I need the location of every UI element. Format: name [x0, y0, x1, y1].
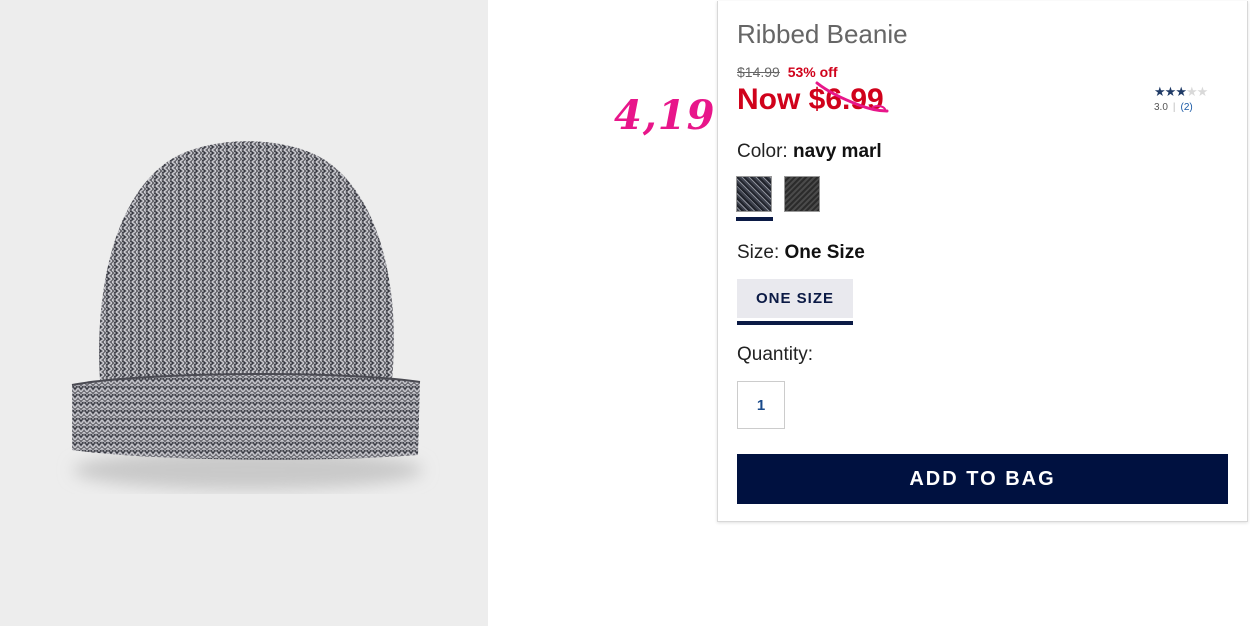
- star-rating: ★★★★★: [1154, 84, 1224, 100]
- rating-summary[interactable]: ★★★★★ 3.0 | (2): [1154, 84, 1224, 113]
- color-label-text: Color:: [737, 141, 788, 162]
- selected-color: navy marl: [792, 141, 882, 162]
- quantity-label: Quantity:: [737, 344, 814, 365]
- selected-size-indicator: [737, 321, 853, 325]
- swatch-navy-marl[interactable]: [736, 176, 772, 212]
- size-label: Size: One Size: [737, 242, 865, 264]
- size-option-one-size[interactable]: ONE SIZE: [737, 279, 853, 318]
- swatch-charcoal[interactable]: [784, 176, 820, 212]
- product-title: Ribbed Beanie: [737, 19, 908, 49]
- color-label: Color: navy marl: [737, 141, 882, 163]
- rating-divider: |: [1172, 102, 1176, 113]
- selected-swatch-indicator: [736, 217, 773, 221]
- knit-beanie-image: [71, 141, 423, 490]
- star-filled-icon: ★: [1175, 84, 1187, 99]
- star-empty-icon: ★: [1196, 84, 1209, 99]
- review-count-link[interactable]: (2): [1181, 102, 1193, 113]
- original-price: $14.99: [737, 64, 780, 80]
- product-details-panel: Ribbed Beanie $14.99 53% off Now $6.99 ★…: [717, 1, 1248, 522]
- rating-score: 3.0: [1154, 102, 1168, 113]
- handwritten-price-annotation: 4,19: [614, 92, 716, 139]
- product-image[interactable]: [0, 0, 488, 626]
- star-filled-icon: ★: [1154, 84, 1166, 99]
- star-empty-icon: ★: [1185, 84, 1198, 99]
- size-label-text: Size:: [737, 242, 780, 263]
- rating-meta: 3.0 | (2): [1154, 102, 1224, 113]
- add-to-bag-button[interactable]: ADD TO BAG: [737, 454, 1228, 504]
- selected-size: One Size: [784, 242, 865, 263]
- quantity-input[interactable]: 1: [737, 381, 785, 429]
- pen-strikethrough-mark: [815, 81, 889, 113]
- star-filled-icon: ★: [1164, 84, 1177, 99]
